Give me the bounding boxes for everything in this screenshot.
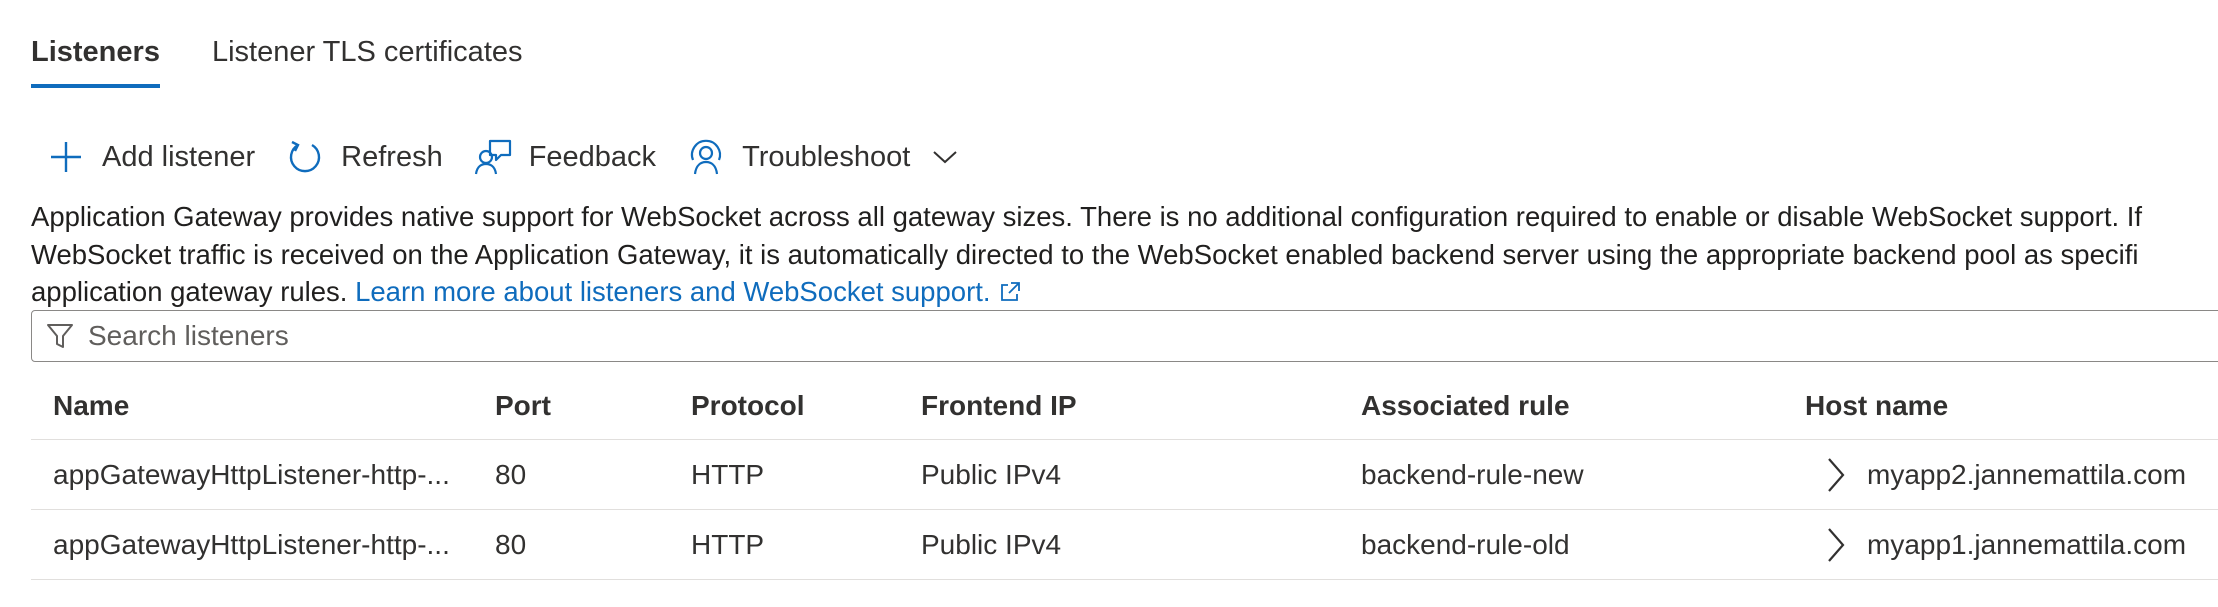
refresh-icon — [285, 137, 325, 177]
listener-host-name: myapp2.jannemattila.com — [1821, 455, 2186, 495]
learn-more-link[interactable]: Learn more about listeners and WebSocket… — [355, 276, 1020, 307]
tab-listener-tls-certificates[interactable]: Listener TLS certificates — [212, 0, 523, 92]
info-line-2: WebSocket traffic is received on the App… — [31, 238, 2139, 270]
chevron-down-icon — [930, 142, 960, 172]
column-header-protocol[interactable]: Protocol — [691, 390, 805, 422]
listener-protocol: HTTP — [691, 458, 765, 490]
table-row[interactable]: appGatewayHttpListener-http-... 80 HTTP … — [31, 510, 2218, 580]
filter-icon — [42, 318, 78, 354]
add-listener-label: Add listener — [102, 140, 256, 173]
troubleshoot-button[interactable]: Troubleshoot — [686, 132, 960, 182]
column-header-host-name[interactable]: Host name — [1805, 390, 1948, 422]
troubleshoot-label: Troubleshoot — [742, 140, 911, 173]
listener-frontend-ip: Public IPv4 — [921, 458, 1062, 490]
feedback-icon — [473, 137, 513, 177]
troubleshoot-icon — [686, 137, 726, 177]
host-name-text: myapp1.jannemattila.com — [1867, 528, 2187, 560]
listener-port: 80 — [495, 458, 527, 490]
command-bar: Add listener Refresh Feedback Troublesho… — [46, 132, 990, 182]
listener-associated-rule: backend-rule-old — [1361, 528, 1570, 560]
plus-icon — [46, 137, 86, 177]
listener-port: 80 — [495, 528, 527, 560]
listener-frontend-ip: Public IPv4 — [921, 528, 1062, 560]
tab-bar: Listeners Listener TLS certificates — [31, 0, 575, 92]
info-line-1: Application Gateway provides native supp… — [31, 201, 2143, 232]
listener-name[interactable]: appGatewayHttpListener-http-... — [53, 459, 450, 491]
table-header-row: Name Port Protocol Frontend IP Associate… — [31, 372, 2218, 440]
add-listener-button[interactable]: Add listener — [46, 132, 255, 182]
column-header-associated-rule[interactable]: Associated rule — [1361, 390, 1570, 422]
chevron-right-icon[interactable] — [1821, 525, 1851, 565]
column-header-frontend-ip[interactable]: Frontend IP — [921, 390, 1077, 422]
listener-protocol: HTTP — [691, 528, 765, 560]
feedback-label: Feedback — [528, 140, 657, 173]
tab-listeners[interactable]: Listeners — [31, 0, 160, 92]
column-header-name[interactable]: Name — [53, 390, 129, 422]
search-input[interactable] — [88, 320, 1888, 352]
column-header-port[interactable]: Port — [495, 390, 551, 422]
listeners-table: Name Port Protocol Frontend IP Associate… — [31, 372, 2218, 580]
websocket-info-text: Application Gateway provides native supp… — [31, 198, 2218, 313]
learn-more-link-text: Learn more about listeners and WebSocket… — [355, 276, 991, 307]
info-line-3-text: application gateway rules. — [31, 276, 348, 307]
listener-host-name: myapp1.jannemattila.com — [1821, 525, 2186, 565]
table-row[interactable]: appGatewayHttpListener-http-... 80 HTTP … — [31, 440, 2218, 510]
listener-associated-rule: backend-rule-new — [1361, 458, 1584, 490]
listeners-page: Listeners Listener TLS certificates Add … — [0, 0, 2218, 607]
listener-name[interactable]: appGatewayHttpListener-http-... — [53, 529, 450, 561]
feedback-button[interactable]: Feedback — [473, 132, 656, 182]
chevron-right-icon[interactable] — [1821, 455, 1851, 495]
search-box[interactable] — [31, 310, 2218, 362]
host-name-text: myapp2.jannemattila.com — [1867, 458, 2187, 490]
info-line-3: application gateway rules. Learn more ab… — [31, 273, 2218, 313]
refresh-label: Refresh — [341, 140, 443, 173]
external-link-icon — [999, 275, 1021, 313]
refresh-button[interactable]: Refresh — [285, 132, 443, 182]
